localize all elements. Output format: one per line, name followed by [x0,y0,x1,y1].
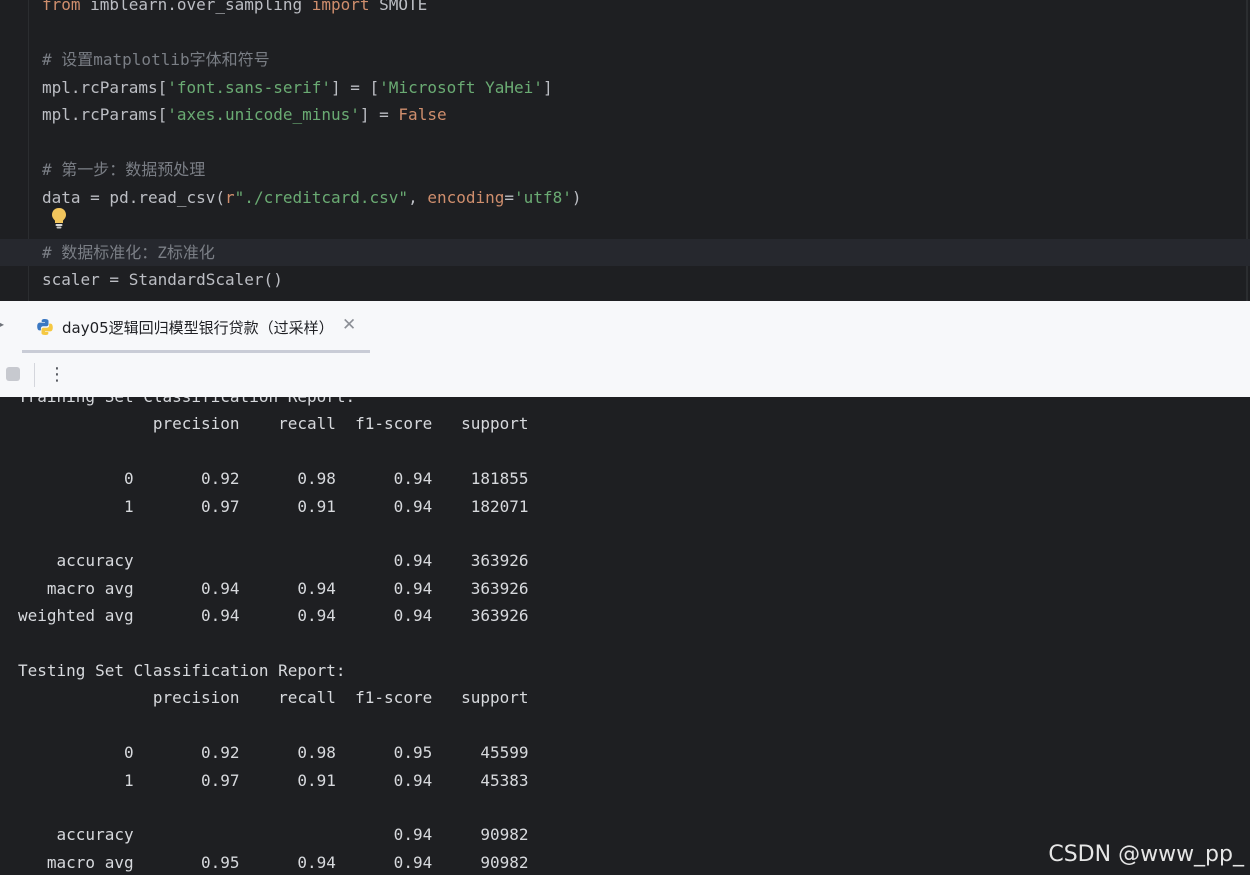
code-line[interactable]: mpl.rcParams['axes.unicode_minus'] = Fal… [42,101,447,128]
console-line: precision recall f1-score support [18,414,529,434]
watermark: CSDN @www_pp_ [1048,842,1244,867]
code-token: import [311,0,370,14]
code-token: 'font.sans-serif' [167,77,331,97]
code-token: scaler = StandardScaler() [42,270,283,289]
code-token: 'Microsoft YaHei' [379,77,543,97]
code-token: ] = [359,105,399,124]
more-vertical-icon[interactable]: ⋮ [48,363,66,387]
run-toolbar: ⋮ [0,353,1250,397]
code-token: mpl.rcParams[ [42,105,168,124]
code-token: ) [571,187,582,207]
code-line[interactable]: data = pd.read_csv(r"./creditcard.csv", … [42,184,581,211]
code-token: 'utf8' [514,187,572,207]
console-line: 0 0.92 0.98 0.95 45599 [18,743,529,763]
code-token: False [398,105,447,124]
code-line[interactable]: # 第一步：数据预处理 [42,156,205,183]
console-line: Testing Set Classification Report: [18,661,346,680]
run-tab[interactable]: day05逻辑回归模型银行贷款（过采样） ✕ [22,301,370,353]
close-icon[interactable]: ✕ [342,315,356,335]
code-token: ] = [ [331,77,380,97]
code-token: encoding [427,187,505,207]
stop-icon[interactable] [6,367,20,381]
code-line[interactable]: # 数据标准化：Z标准化 [0,238,1250,266]
tab-scroll-left-icon[interactable]: ▸ [0,317,4,331]
console-line: Training Set Classification Report: [18,397,355,410]
code-token: = [504,187,515,207]
code-token: r [225,187,235,207]
console-line: macro avg 0.94 0.94 0.94 363926 [18,578,529,598]
code-token: ] [542,77,553,97]
code-line[interactable]: mpl.rcParams['font.sans-serif'] = ['Micr… [42,74,553,101]
code-token: data = pd.read_csv( [42,187,226,207]
console-line: macro avg 0.95 0.94 0.94 90982 [18,852,529,872]
console-line: precision recall f1-score support [18,688,529,708]
code-token: # 第一步：数据预处理 [42,160,206,179]
console-output[interactable]: Training Set Classification Report: prec… [5,397,1250,875]
console-line: 0 0.92 0.98 0.94 181855 [18,469,529,489]
lightbulb-icon[interactable] [50,207,68,229]
run-tab-bar: ▸ day05逻辑回归模型银行贷款（过采样） ✕ [0,301,1250,354]
console-line: 1 0.97 0.91 0.94 45383 [18,770,529,790]
code-token: # 设置matplotlib字体和符号 [42,50,270,69]
code-token: "./creditcard.csv" [234,187,409,207]
console-line: weighted avg 0.94 0.94 0.94 363926 [18,606,529,626]
code-line[interactable]: # 设置matplotlib字体和符号 [42,46,270,73]
code-token: # 数据标准化：Z标准化 [42,242,215,262]
toolbar-divider [34,363,35,387]
code-line[interactable]: data['Amount'] = scaler.fit_transform(da… [42,294,572,302]
code-line[interactable]: scaler = StandardScaler() [42,266,283,293]
console-line: 1 0.97 0.91 0.94 182071 [18,496,529,516]
code-editor[interactable]: from imblearn.over_sampling import SMOTE… [0,0,1250,301]
code-token: imblearn.over_sampling [80,0,312,14]
console-line: accuracy 0.94 363926 [18,551,529,571]
code-token: from [42,0,81,14]
console-line: accuracy 0.94 90982 [18,825,529,845]
code-line[interactable]: from imblearn.over_sampling import SMOTE [42,0,427,18]
code-token: mpl.rcParams[ [42,77,168,97]
code-token: SMOTE [369,0,428,14]
code-token: 'axes.unicode_minus' [167,105,360,124]
code-token: , [408,187,428,207]
python-icon [37,319,53,335]
run-tab-label: day05逻辑回归模型银行贷款（过采样） [62,319,334,337]
